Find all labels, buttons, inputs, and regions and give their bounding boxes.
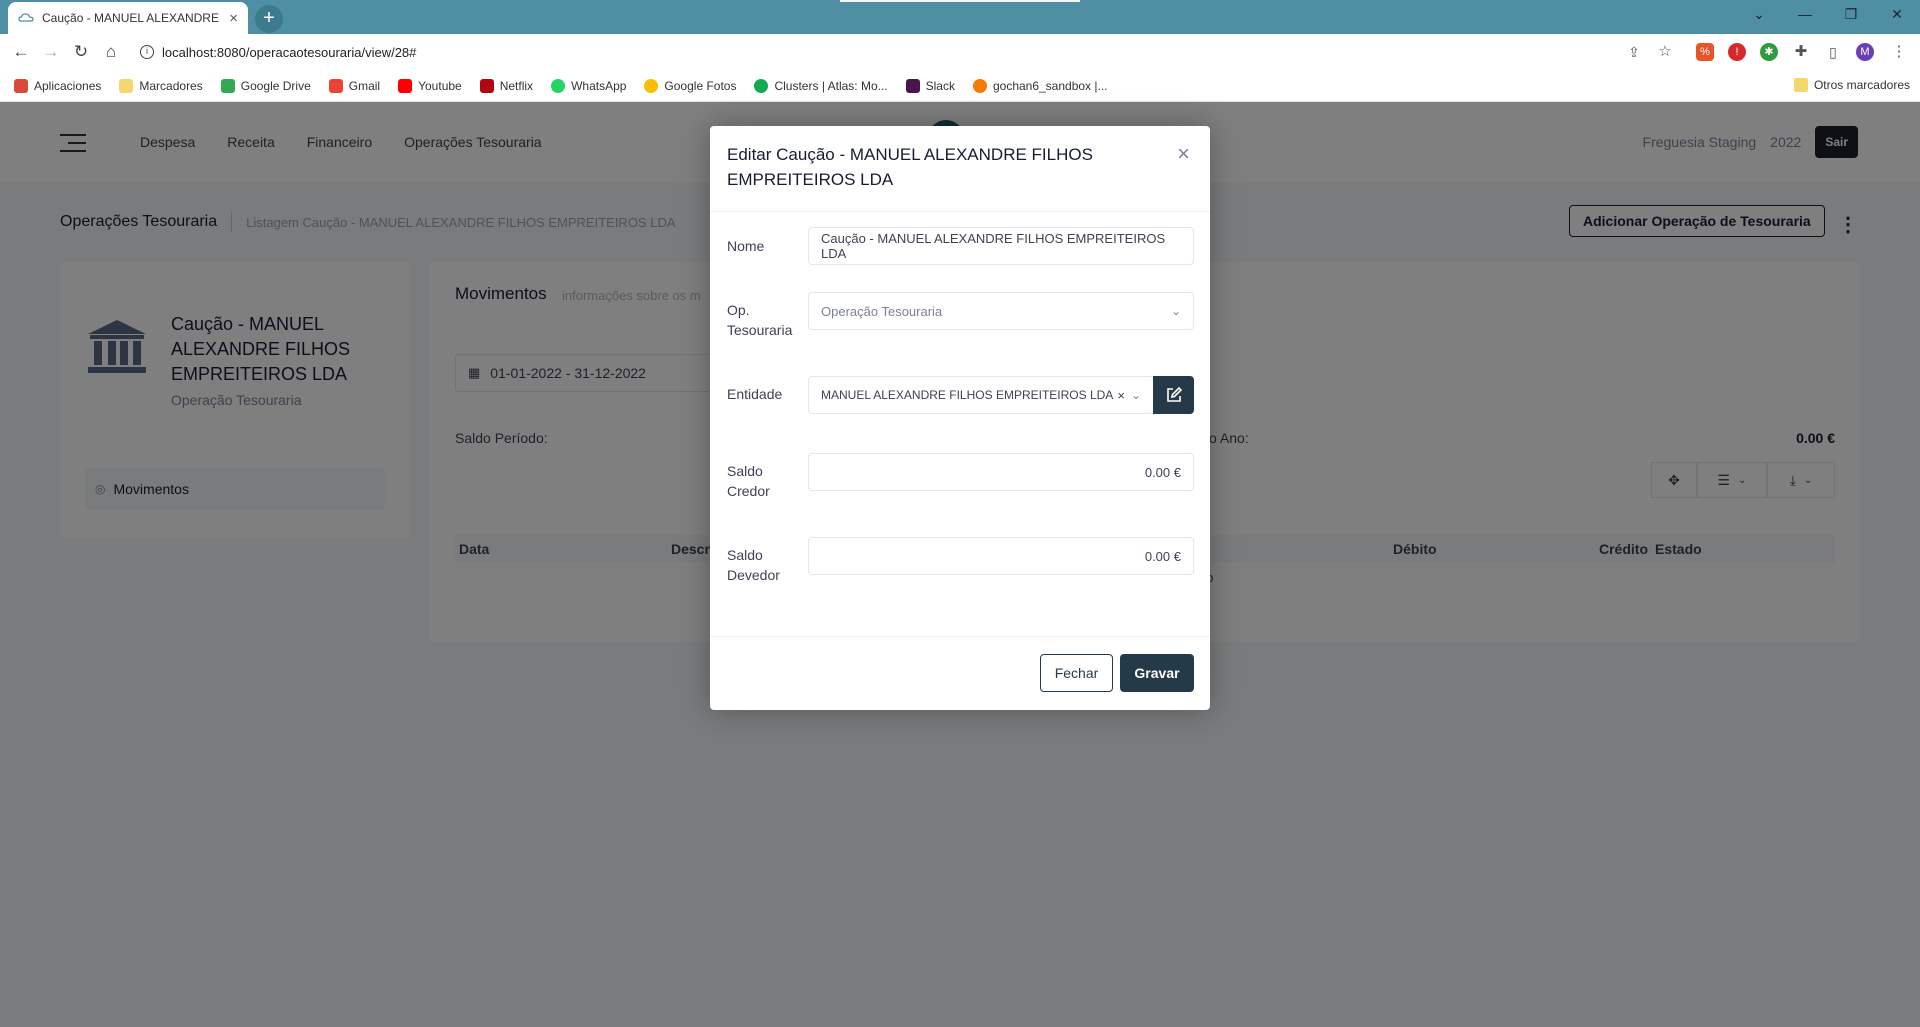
new-tab-button[interactable]: + <box>255 5 283 33</box>
forward-icon[interactable]: → <box>36 42 66 62</box>
restore-icon[interactable]: ❐ <box>1841 6 1861 23</box>
menu-dots-icon[interactable]: ⋮ <box>1890 43 1908 61</box>
apps-grid-icon <box>14 78 28 93</box>
reload-icon[interactable]: ↻ <box>66 42 96 62</box>
bookmark-youtube[interactable]: Youtube <box>398 78 462 93</box>
chevron-down-icon: ⌄ <box>1130 388 1141 402</box>
saldo-credor-label: Saldo Credor <box>727 463 770 499</box>
bookmark-whatsapp[interactable]: WhatsApp <box>551 78 626 93</box>
nome-input[interactable]: Caução - MANUEL ALEXANDRE FILHOS EMPREIT… <box>808 227 1194 265</box>
bookmark-netflix[interactable]: Netflix <box>479 78 533 93</box>
folder-icon <box>119 78 134 93</box>
bookmark-gmail[interactable]: Gmail <box>328 78 380 93</box>
bookmark-folder[interactable]: Marcadores <box>119 78 203 93</box>
mongodb-icon <box>754 78 769 93</box>
entidade-value: MANUEL ALEXANDRE FILHOS EMPREITEIROS LDA <box>821 388 1114 402</box>
entidade-select[interactable]: MANUEL ALEXANDRE FILHOS EMPREITEIROS LDA… <box>808 376 1154 414</box>
tab-search-icon[interactable]: ⌄ <box>1749 6 1769 23</box>
gmail-icon <box>328 78 343 93</box>
slack-icon <box>905 78 920 93</box>
nome-label: Nome <box>727 238 765 254</box>
modal-title: Editar Caução - MANUEL ALEXANDRE FILHOS … <box>727 145 1093 189</box>
fechar-button[interactable]: Fechar <box>1040 654 1113 692</box>
tab-close-icon[interactable]: × <box>229 10 238 27</box>
modal-header: Editar Caução - MANUEL ALEXANDRE FILHOS … <box>710 126 1210 212</box>
side-panel-icon[interactable]: ▯ <box>1824 43 1842 61</box>
bookmark-sandbox[interactable]: gochan6_sandbox |... <box>972 78 1108 93</box>
profile-avatar[interactable]: M <box>1856 43 1874 61</box>
netflix-icon <box>479 78 494 93</box>
edit-modal: Editar Caução - MANUEL ALEXANDRE FILHOS … <box>710 126 1210 710</box>
select-placeholder: Operação Tesouraria <box>821 303 943 319</box>
url-text: localhost:8080/operacaotesouraria/view/2… <box>162 44 417 60</box>
tab-strip-highlight <box>840 0 1080 2</box>
bookmark-google-photos[interactable]: Google Fotos <box>644 78 736 93</box>
whatsapp-icon <box>551 78 566 93</box>
youtube-icon <box>398 78 413 93</box>
site-info-icon[interactable]: i <box>140 45 154 59</box>
entidade-label: Entidade <box>727 386 783 402</box>
saldo-devedor-input[interactable]: 0.00 € <box>808 537 1194 575</box>
chevron-down-icon: ⌄ <box>1170 304 1181 318</box>
bookmark-atlas[interactable]: Clusters | Atlas: Mo... <box>754 78 888 93</box>
extension-gear-icon[interactable]: ✱ <box>1760 43 1778 61</box>
modal-footer: Fechar Gravar <box>710 636 1210 710</box>
share-icon[interactable]: ⇪ <box>1625 43 1643 61</box>
op-tesouraria-select[interactable]: Operação Tesouraria ⌄ <box>808 292 1194 330</box>
google-photos-icon <box>644 78 659 93</box>
puzzle-icon[interactable]: ✚ <box>1792 43 1810 61</box>
bookmark-star-icon[interactable]: ☆ <box>1656 43 1674 61</box>
saldo-credor-input[interactable]: 0.00 € <box>808 453 1194 491</box>
tab-title: Caução - MANUEL ALEXANDRE F <box>42 11 222 25</box>
close-window-icon[interactable]: ✕ <box>1887 6 1907 23</box>
clear-icon[interactable]: × <box>1117 388 1125 403</box>
browser-tab[interactable]: Caução - MANUEL ALEXANDRE F × <box>8 2 248 34</box>
google-drive-icon <box>220 78 235 93</box>
op-tesouraria-label: Op. Tesouraria <box>727 302 793 338</box>
address-bar[interactable]: i localhost:8080/operacaotesouraria/view… <box>140 40 1660 64</box>
close-icon[interactable]: × <box>1177 143 1190 165</box>
saldo-devedor-label: Saldo Devedor <box>727 547 780 583</box>
folder-icon <box>1793 78 1808 92</box>
edit-icon <box>1166 386 1182 402</box>
cloud-favicon-icon <box>18 13 34 22</box>
bookmark-apps[interactable]: Aplicaciones <box>14 78 101 93</box>
gravar-button[interactable]: Gravar <box>1120 654 1194 692</box>
cpanel-icon <box>972 78 987 93</box>
bookmark-slack[interactable]: Slack <box>905 78 955 93</box>
minimize-icon[interactable]: — <box>1795 6 1815 22</box>
adblock-icon[interactable]: ! <box>1728 43 1746 61</box>
browser-tabstrip: Caução - MANUEL ALEXANDRE F × + ⌄ — ❐ ✕ <box>0 0 1920 34</box>
bookmark-google-drive[interactable]: Google Drive <box>220 78 311 93</box>
home-icon[interactable]: ⌂ <box>96 42 126 62</box>
bookmarks-bar: Aplicaciones Marcadores Google Drive Gma… <box>0 70 1920 102</box>
edit-entity-button[interactable] <box>1153 376 1194 414</box>
back-icon[interactable]: ← <box>6 42 36 62</box>
extension-icon[interactable]: % <box>1696 43 1714 61</box>
bookmark-other[interactable]: Otros marcadores <box>1793 78 1910 92</box>
